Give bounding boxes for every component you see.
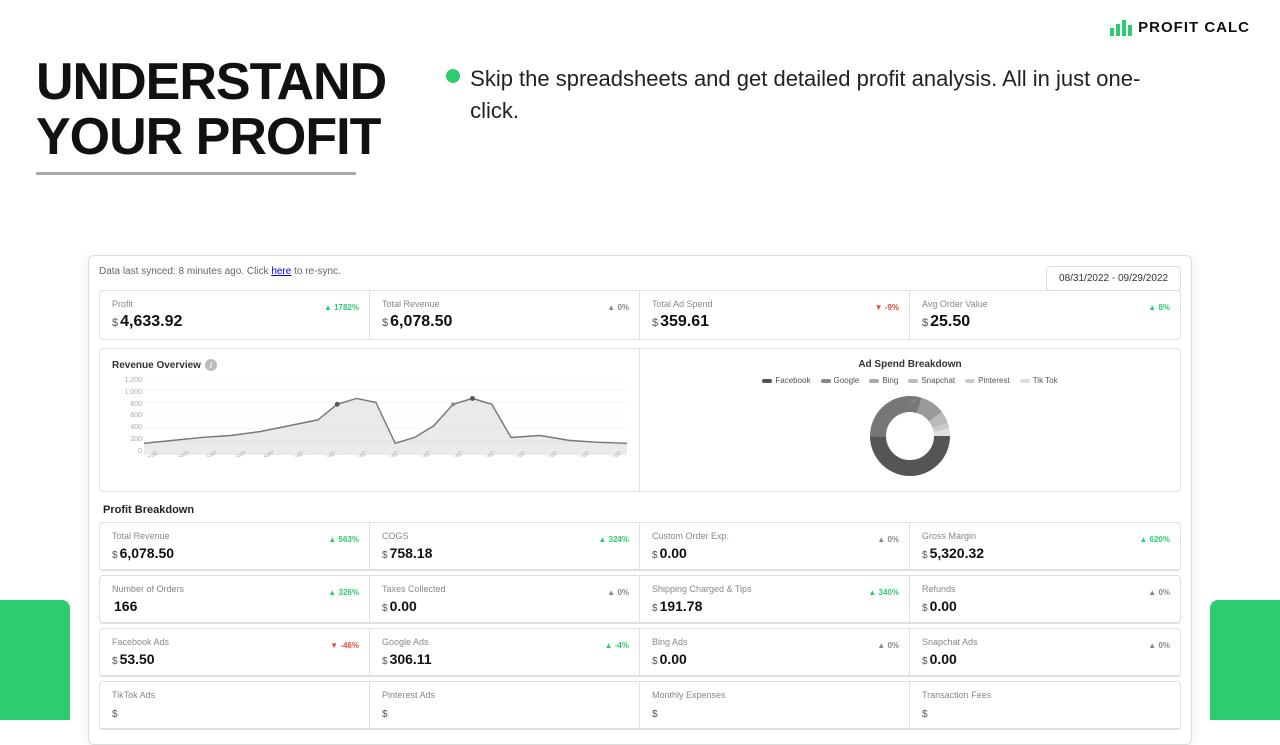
- breakdown-grid-2: Number of Orders 166 ▲ 326% Taxes Collec…: [99, 575, 1181, 624]
- stat-value-1: $6,078.50: [382, 313, 627, 331]
- hero-section: UNDERSTAND YOUR PROFIT Skip the spreadsh…: [36, 55, 1244, 175]
- logo-area: PROFIT CALC: [1110, 18, 1250, 36]
- breakdown-title: Profit Breakdown: [99, 500, 1181, 522]
- profit-breakdown-section: Profit Breakdown Total Revenue $6,078.50…: [99, 500, 1181, 730]
- hero-description: Skip the spreadsheets and get detailed p…: [446, 55, 1146, 127]
- breakdown-grid: Total Revenue $6,078.50 ▲ 563% COGS $758…: [99, 522, 1181, 571]
- green-right-panel: [1210, 600, 1280, 720]
- stat-label-1: Total Revenue: [382, 299, 627, 309]
- top-stats-row: Profit $4,633.92 ▲ 1782% Total Revenue $…: [99, 290, 1181, 340]
- breakdown-card-breakdown-grid-3-1: Google Ads $306.11 ▲ -4%: [370, 629, 640, 676]
- hero-title-block: UNDERSTAND YOUR PROFIT: [36, 55, 386, 175]
- breakdown-card-breakdown-grid-2-0: Number of Orders 166 ▲ 326%: [100, 576, 370, 623]
- revenue-chart-panel: Revenue Overview i 1,200 1,000 800 600 4…: [100, 349, 640, 491]
- breakdown-card-breakdown-grid-0: Total Revenue $6,078.50 ▲ 563%: [100, 523, 370, 570]
- donut-chart: [860, 391, 960, 481]
- breakdown-card-breakdown-grid-4-1: Pinterest Ads $: [370, 682, 640, 729]
- stat-change-3: ▲ 8%: [1148, 303, 1170, 312]
- stat-label-3: Avg Order Value: [922, 299, 1168, 309]
- legend-bing: Bing: [869, 376, 898, 385]
- sync-link[interactable]: here: [271, 266, 291, 277]
- breakdown-card-breakdown-grid-4-2: Monthly Expenses $: [640, 682, 910, 729]
- x-axis-labels: Aug 31 Sep 2 Sep 4 Sep 6 Sep 8 Sep 10 Se…: [144, 451, 627, 457]
- breakdown-card-breakdown-grid-1: COGS $758.18 ▲ 324%: [370, 523, 640, 570]
- breakdown-card-breakdown-grid-4-0: TikTok Ads $: [100, 682, 370, 729]
- stat-value-0: $4,633.92: [112, 313, 357, 331]
- hero-title: UNDERSTAND YOUR PROFIT: [36, 55, 386, 164]
- breakdown-card-breakdown-grid-2-2: Shipping Charged & Tips $191.78 ▲ 340%: [640, 576, 910, 623]
- sync-text: Data last synced: 8 minutes ago. Click h…: [99, 266, 1181, 277]
- logo-icon: [1110, 18, 1132, 36]
- chart-svg-area: Aug 31 Sep 2 Sep 4 Sep 6 Sep 8 Sep 10 Se…: [144, 377, 627, 455]
- breakdown-card-breakdown-grid-2: Custom Order Exp. $0.00 ▲ 0%: [640, 523, 910, 570]
- revenue-chart-title: Revenue Overview i: [112, 359, 627, 371]
- breakdown-card-breakdown-grid-3: Gross Margin $5,320.32 ▲ 620%: [910, 523, 1180, 570]
- hero-desc-text: Skip the spreadsheets and get detailed p…: [470, 63, 1146, 127]
- info-icon: i: [205, 359, 217, 371]
- stat-value-2: $359.61: [652, 313, 897, 331]
- breakdown-card-breakdown-grid-3-0: Facebook Ads $53.50 ▼ -46%: [100, 629, 370, 676]
- breakdown-card-breakdown-grid-2-3: Refunds $0.00 ▲ 0%: [910, 576, 1180, 623]
- legend-pinterest: Pinterest: [965, 376, 1010, 385]
- legend-facebook: Facebook: [762, 376, 810, 385]
- stat-card-1: Total Revenue $6,078.50 ▲ 0%: [370, 291, 640, 339]
- stat-label-0: Profit: [112, 299, 357, 309]
- breakdown-grid-4: TikTok Ads $ Pinterest Ads $ Monthly Exp…: [99, 681, 1181, 730]
- logo-text: PROFIT CALC: [1138, 19, 1250, 36]
- date-picker-row: Data last synced: 8 minutes ago. Click h…: [99, 266, 1181, 286]
- legend-tiktok: Tik Tok: [1020, 376, 1058, 385]
- stat-card-0: Profit $4,633.92 ▲ 1782%: [100, 291, 370, 339]
- y-axis-labels: 1,200 1,000 800 600 400 200 0: [112, 377, 142, 455]
- breakdown-card-breakdown-grid-2-1: Taxes Collected $0.00 ▲ 0%: [370, 576, 640, 623]
- green-left-panel: [0, 600, 70, 720]
- breakdown-card-breakdown-grid-4-3: Transaction Fees $: [910, 682, 1180, 729]
- stat-change-0: ▲ 1782%: [324, 303, 359, 312]
- ad-spend-chart-panel: Ad Spend Breakdown Facebook Google Bing: [640, 349, 1180, 491]
- breakdown-card-breakdown-grid-3-2: Bing Ads $0.00 ▲ 0%: [640, 629, 910, 676]
- stat-change-2: ▼ -9%: [875, 303, 899, 312]
- stat-change-1: ▲ 0%: [607, 303, 629, 312]
- hero-bullet-icon: [446, 69, 460, 83]
- revenue-chart: 1,200 1,000 800 600 400 200 0: [112, 377, 627, 467]
- hero-underline: [36, 172, 356, 175]
- legend-snapchat: Snapchat: [908, 376, 955, 385]
- ad-spend-title: Ad Spend Breakdown: [858, 359, 961, 370]
- charts-row: Revenue Overview i 1,200 1,000 800 600 4…: [99, 348, 1181, 492]
- dashboard-panel: Data last synced: 8 minutes ago. Click h…: [88, 255, 1192, 745]
- ad-legend: Facebook Google Bing Snapchat Pinterest: [762, 376, 1057, 385]
- stat-card-2: Total Ad Spend $359.61 ▼ -9%: [640, 291, 910, 339]
- stat-value-3: $25.50: [922, 313, 1168, 331]
- stat-card-3: Avg Order Value $25.50 ▲ 8%: [910, 291, 1180, 339]
- legend-google: Google: [821, 376, 860, 385]
- breakdown-grid-3: Facebook Ads $53.50 ▼ -46% Google Ads $3…: [99, 628, 1181, 677]
- date-picker[interactable]: 08/31/2022 - 09/29/2022: [1046, 266, 1181, 291]
- stat-label-2: Total Ad Spend: [652, 299, 897, 309]
- breakdown-card-breakdown-grid-3-3: Snapchat Ads $0.00 ▲ 0%: [910, 629, 1180, 676]
